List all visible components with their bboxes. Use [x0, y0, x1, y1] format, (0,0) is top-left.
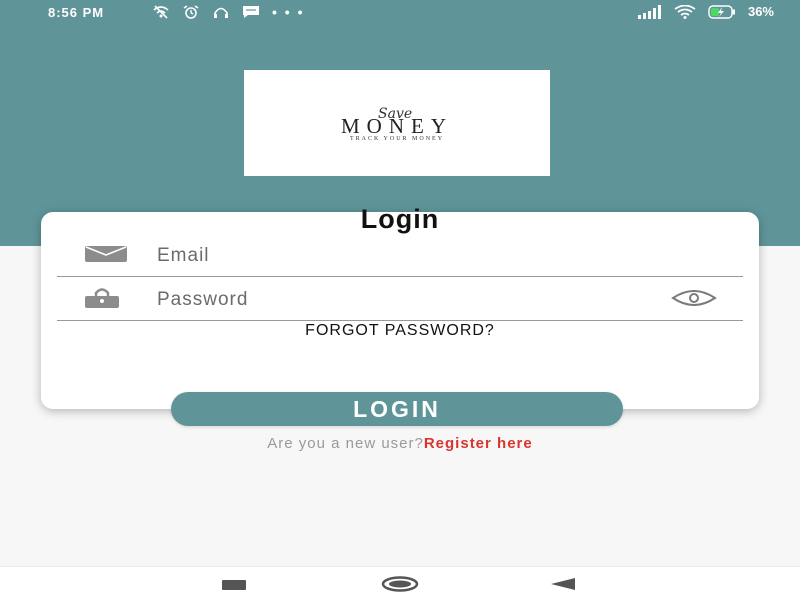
login-card: Login FORGOT PASSWORD? — [41, 204, 759, 409]
password-field — [57, 276, 743, 321]
register-prompt-line: Are you a new user?Register here — [0, 435, 800, 452]
eye-icon[interactable] — [671, 290, 717, 306]
recent-apps-icon[interactable] — [222, 580, 246, 590]
alarm-icon — [183, 5, 199, 19]
status-right-icons: 36% — [637, 4, 774, 19]
battery-percent: 36% — [747, 4, 774, 19]
home-icon[interactable] — [381, 576, 419, 592]
logo-tagline: TRACK YOUR MONEY — [349, 136, 445, 142]
more-dots-icon: • • • — [272, 4, 305, 20]
status-time: 8:56 PM — [48, 5, 105, 20]
email-field — [57, 232, 743, 277]
battery-charging-icon — [708, 4, 735, 19]
login-button[interactable]: LOGIN — [171, 392, 623, 426]
forgot-password-link[interactable]: FORGOT PASSWORD? — [41, 322, 759, 340]
register-link[interactable]: Register here — [424, 435, 533, 452]
wifi-off-icon — [153, 5, 169, 19]
signal-icon — [637, 4, 661, 19]
headset-icon — [214, 7, 228, 18]
navigation-bar — [0, 566, 800, 601]
password-input[interactable] — [155, 284, 659, 316]
app-logo: Save MONEY TRACK YOUR MONEY — [244, 70, 550, 176]
status-bar: 8:56 PM • • • 36% — [0, 0, 800, 24]
status-left-icons: • • • — [152, 4, 304, 20]
register-prompt-text: Are you a new user? — [267, 435, 424, 452]
message-icon — [243, 6, 259, 18]
email-input[interactable] — [155, 240, 659, 272]
login-title: Login — [360, 204, 440, 234]
envelope-icon — [85, 246, 127, 262]
lock-icon — [85, 288, 119, 308]
back-icon[interactable] — [551, 578, 575, 590]
wifi-icon — [674, 4, 696, 19]
